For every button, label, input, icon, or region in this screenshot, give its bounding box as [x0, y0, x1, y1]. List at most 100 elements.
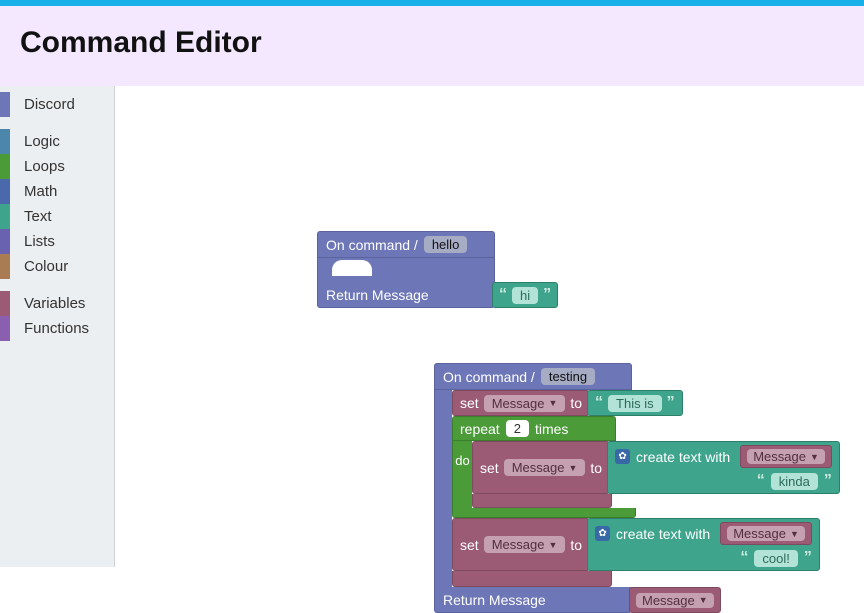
repeat-block-foot [452, 508, 636, 518]
text-literal-block[interactable]: “ This is ” [587, 390, 683, 416]
return-label: Return Message [326, 287, 429, 303]
sidebar-item-logic[interactable]: Logic [0, 129, 114, 154]
sidebar-spacer [0, 279, 114, 291]
category-color-chip [0, 229, 10, 254]
page-header: Command Editor [0, 6, 864, 86]
number-field[interactable]: 2 [506, 420, 529, 437]
set-variable-block[interactable]: set Message ▼ to [472, 441, 840, 494]
category-color-chip [0, 179, 10, 204]
set-variable-block[interactable]: set Message ▼ to create text with [452, 518, 840, 571]
to-label: to [570, 395, 582, 411]
chevron-down-icon: ▼ [548, 540, 557, 550]
chevron-down-icon: ▼ [699, 595, 708, 605]
open-quote-icon: “ [757, 472, 765, 490]
variable-name: Message [753, 449, 806, 464]
repeat-block-spine: do [452, 441, 472, 508]
gear-icon[interactable] [595, 526, 610, 541]
sidebar-item-math[interactable]: Math [0, 179, 114, 204]
sidebar-item-label: Discord [24, 96, 75, 113]
sidebar-item-discord[interactable]: Discord [0, 92, 114, 117]
category-color-chip [0, 254, 10, 279]
close-quote-icon: ” [824, 472, 832, 490]
command-name-field[interactable]: hello [424, 236, 467, 253]
sidebar-item-label: Math [24, 183, 57, 200]
category-color-chip [0, 154, 10, 179]
chevron-down-icon: ▼ [568, 463, 577, 473]
variable-dropdown[interactable]: Message ▼ [504, 459, 586, 476]
set-variable-block[interactable]: set Message ▼ to “ This is ” [452, 390, 840, 416]
to-label: to [590, 460, 602, 476]
variable-getter-block[interactable]: Message ▼ [740, 445, 832, 468]
sidebar-item-lists[interactable]: Lists [0, 229, 114, 254]
return-label: Return Message [443, 592, 546, 608]
command-name-field[interactable]: testing [541, 368, 595, 385]
return-slot[interactable]: Return Message [317, 282, 495, 308]
category-color-chip [0, 129, 10, 154]
command-block-hello[interactable]: On command / hello Return Message “ hi ” [317, 231, 495, 308]
do-label: do [455, 453, 469, 468]
variable-name: Message [492, 396, 545, 411]
times-label: times [535, 421, 568, 437]
sidebar-item-functions[interactable]: Functions [0, 316, 114, 341]
sidebar-item-label: Functions [24, 320, 89, 337]
create-text-label: create text with [636, 449, 730, 465]
open-quote-icon: “ [595, 394, 603, 412]
set-label: set [460, 395, 479, 411]
command-head[interactable]: On command / testing [434, 363, 632, 390]
close-quote-icon: ” [543, 286, 551, 304]
command-head-label: On command / [326, 237, 418, 253]
set-label: set [480, 460, 499, 476]
variable-getter-block[interactable]: Message ▼ [720, 522, 812, 545]
return-slot[interactable]: Return Message [434, 587, 632, 613]
category-sidebar: Discord Logic Loops Math Text Lists Colo… [0, 86, 115, 567]
sidebar-item-label: Lists [24, 233, 55, 250]
variable-name: Message [512, 460, 565, 475]
command-block-testing[interactable]: On command / testing set Message ▼ [434, 363, 840, 613]
set-label: set [460, 537, 479, 553]
sidebar-item-variables[interactable]: Variables [0, 291, 114, 316]
repeat-label: repeat [460, 421, 500, 437]
command-body-slot[interactable] [317, 258, 495, 282]
category-color-chip [0, 204, 10, 229]
chevron-down-icon: ▼ [790, 529, 799, 539]
variable-name: Message [492, 537, 545, 552]
variable-dropdown[interactable]: Message ▼ [484, 395, 566, 412]
sidebar-item-label: Loops [24, 158, 65, 175]
repeat-block-head[interactable]: repeat 2 times [452, 416, 616, 441]
chevron-down-icon: ▼ [810, 452, 819, 462]
text-field[interactable]: kinda [771, 473, 818, 490]
chevron-down-icon: ▼ [548, 398, 557, 408]
sidebar-item-loops[interactable]: Loops [0, 154, 114, 179]
workspace-canvas[interactable]: On command / hello Return Message “ hi ” [115, 86, 864, 567]
command-spine [434, 390, 452, 587]
block-tail [452, 571, 612, 587]
text-field[interactable]: This is [608, 395, 662, 412]
variable-name: Message [733, 526, 786, 541]
command-head-label: On command / [443, 369, 535, 385]
open-quote-icon: “ [499, 286, 507, 304]
page-title: Command Editor [20, 26, 844, 60]
category-color-chip [0, 316, 10, 341]
sidebar-item-label: Variables [24, 295, 85, 312]
sidebar-item-label: Logic [24, 133, 60, 150]
create-text-block[interactable]: create text with Message ▼ “ [587, 518, 820, 571]
text-field[interactable]: cool! [754, 550, 797, 567]
variable-dropdown[interactable]: Message ▼ [484, 536, 566, 553]
text-literal-block[interactable]: “ hi ” [492, 282, 558, 308]
command-head[interactable]: On command / hello [317, 231, 495, 258]
sidebar-item-label: Colour [24, 258, 68, 275]
empty-slot-icon [332, 260, 372, 276]
variable-name: Message [642, 593, 695, 608]
create-text-label: create text with [616, 526, 710, 542]
variable-getter-block[interactable]: Message ▼ [629, 587, 721, 613]
sidebar-item-label: Text [24, 208, 52, 225]
sidebar-item-text[interactable]: Text [0, 204, 114, 229]
block-tail [472, 494, 612, 508]
gear-icon[interactable] [615, 449, 630, 464]
open-quote-icon: “ [740, 549, 748, 567]
create-text-block[interactable]: create text with Message ▼ [607, 441, 840, 494]
text-field[interactable]: hi [512, 287, 538, 304]
to-label: to [570, 537, 582, 553]
sidebar-spacer [0, 117, 114, 129]
sidebar-item-colour[interactable]: Colour [0, 254, 114, 279]
